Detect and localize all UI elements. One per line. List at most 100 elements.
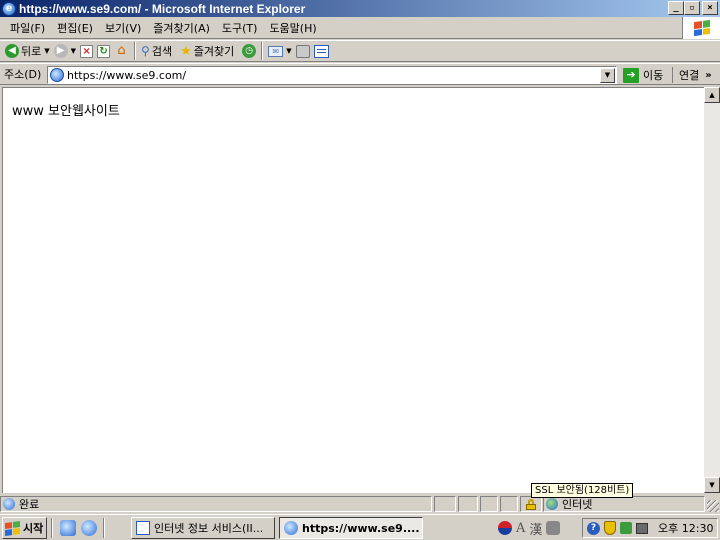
restore-button[interactable]: ▫ [684,1,700,15]
home-icon: ⌂ [117,43,126,58]
quicklaunch-ie-icon[interactable] [81,520,97,536]
home-button[interactable]: ⌂ [112,41,131,61]
forward-dropdown-icon[interactable]: ▼ [71,47,76,55]
taeguk-icon[interactable] [498,521,512,535]
window-title: https://www.se9.com/ - Microsoft Interne… [19,1,306,16]
back-label: 뒤로 [21,45,42,58]
print-icon [295,44,310,58]
refresh-button[interactable]: ↻ [95,41,112,61]
window-app-icon [136,521,150,535]
ime-tool-icon[interactable] [546,521,561,535]
minimize-button[interactable]: _ [668,1,684,15]
menu-edit[interactable]: 편집(E) [51,20,99,36]
resize-grip[interactable] [707,500,719,512]
security-zone-pane[interactable]: 인터넷 [543,496,705,512]
search-button[interactable]: ⚲ 검색 [139,41,174,61]
clock[interactable]: 오후 12:30 [658,520,713,536]
page-body-text: www 보안웹사이트 [12,104,120,119]
edit-icon [313,44,329,58]
status-pane [500,496,518,512]
start-label: 시작 [23,522,44,535]
page-done-icon [3,498,15,510]
ie-logo-icon[interactable]: e [2,1,16,16]
refresh-icon: ↻ [97,44,111,58]
taskbar: 시작 인터넷 정보 서비스(II... https://www.se9.... … [0,514,720,540]
back-button[interactable]: ◀ 뒤로 ▼ [3,41,52,61]
history-icon: ◷ [242,44,257,58]
menu-help[interactable]: 도움말(H) [263,20,322,36]
star-icon: ★ [180,43,192,59]
search-icon: ⚲ [141,44,150,58]
status-pane [434,496,456,512]
shield-icon[interactable] [604,521,616,535]
title-bar[interactable]: e https://www.se9.com/ - Microsoft Inter… [0,0,720,17]
ime-hanja-toggle[interactable]: 漢 [529,519,542,538]
go-button[interactable]: ➔ 이동 [623,67,663,83]
links-more-icon[interactable]: » [705,70,711,81]
favorites-label: 즐겨찾기 [193,45,235,58]
address-label: 주소(D) [4,68,42,81]
links-toolbar[interactable]: 연결 » [672,67,712,83]
taskbar-separator [51,518,53,538]
address-dropdown-icon[interactable]: ▼ [600,67,615,83]
back-arrow-icon: ◀ [5,44,19,58]
task-label: https://www.se9.... [302,521,420,535]
menu-bar: 파일(F) 편집(E) 보기(V) 즐겨찾기(A) 도구(T) 도움말(H) [0,17,720,39]
address-url[interactable]: https://www.se9.com/ [67,69,600,82]
favorites-button[interactable]: ★ 즐겨찾기 [178,41,236,61]
system-tray: ? 오후 12:30 [582,518,718,538]
mail-dropdown-icon[interactable]: ▼ [286,47,291,55]
ie-page-icon [284,521,298,535]
print-button[interactable] [294,41,312,61]
ssl-lock-pane[interactable] [520,496,542,512]
start-button[interactable]: 시작 [2,517,47,539]
edit-button[interactable] [312,41,331,61]
menu-tools[interactable]: 도구(T) [216,20,264,36]
back-dropdown-icon[interactable]: ▼ [44,47,49,55]
windows-logo-icon [5,520,20,536]
forward-arrow-icon: ▶ [53,44,68,58]
status-main-pane: 완료 [0,496,432,512]
menu-favorites[interactable]: 즐겨찾기(A) [147,20,216,36]
status-pane [480,496,498,512]
menu-file[interactable]: 파일(F) [4,20,51,36]
page-icon [50,68,64,82]
window-controls: _ ▫ × [668,1,718,15]
task-button-ie[interactable]: https://www.se9.... [279,517,423,539]
windows-logo-icon [682,17,720,39]
menu-view[interactable]: 보기(V) [99,20,147,36]
links-label[interactable]: 연결 [679,67,699,83]
address-bar: 주소(D) https://www.se9.com/ ▼ ➔ 이동 연결 » [0,63,720,85]
scroll-down-button[interactable]: ▼ [704,477,720,493]
toolbar-separator [261,42,264,60]
zone-label: 인터넷 [562,498,593,511]
ime-alpha-toggle[interactable]: A [516,521,525,536]
status-pane [458,496,478,512]
forward-button[interactable]: ▶ ▼ [52,41,78,61]
internet-zone-icon [546,498,558,510]
display-icon[interactable] [636,522,648,534]
toolbar-separator [134,42,137,60]
go-arrow-icon: ➔ [623,67,639,83]
stop-button[interactable]: × [78,41,95,61]
ssl-tooltip: SSL 보안됨(128비트) [531,483,634,498]
mail-button[interactable]: ✉ ▼ [266,41,293,61]
scroll-up-button[interactable]: ▲ [704,87,720,103]
stop-icon: × [80,44,94,58]
vertical-scrollbar[interactable]: ▲ ▼ [704,87,720,493]
help-icon[interactable]: ? [587,521,600,535]
lock-icon[interactable] [526,498,536,510]
search-label: 검색 [151,45,173,58]
task-button-iis[interactable]: 인터넷 정보 서비스(II... [131,517,275,539]
network-icon[interactable] [620,522,632,534]
standard-toolbar: ◀ 뒤로 ▼ ▶ ▼ × ↻ ⌂ ⚲ 검색 ★ 즐겨찾기 ◷ ✉ ▼ [0,40,720,62]
close-button[interactable]: × [702,1,718,15]
go-label: 이동 [643,69,664,82]
status-text: 완료 [19,498,40,511]
history-button[interactable]: ◷ [240,41,258,61]
page-content[interactable]: www 보안웹사이트 [2,87,704,493]
ime-toolbar[interactable]: A 漢 [498,518,561,538]
task-label: 인터넷 정보 서비스(II... [154,522,264,535]
quicklaunch-desktop-icon[interactable] [60,520,76,536]
address-input[interactable]: https://www.se9.com/ ▼ [47,66,617,84]
